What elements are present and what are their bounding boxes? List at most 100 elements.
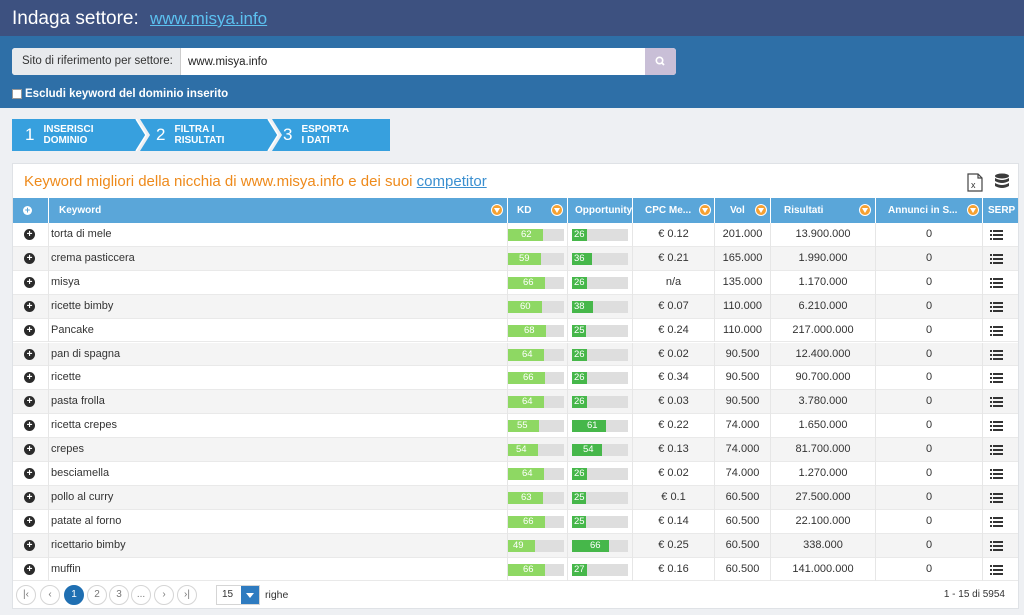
- serp-cell[interactable]: [983, 271, 1018, 295]
- header-risultati[interactable]: Risultati: [771, 198, 876, 223]
- kd-bar: 64: [508, 468, 564, 480]
- serp-list-icon[interactable]: [990, 373, 1003, 384]
- expand-row-cell[interactable]: +: [13, 342, 49, 367]
- step-2[interactable]: 2 FILTRA I RISULTATI: [156, 119, 224, 151]
- serp-cell[interactable]: [983, 486, 1018, 510]
- page-button-more[interactable]: ...: [131, 585, 151, 605]
- filter-icon[interactable]: [551, 204, 563, 216]
- filter-icon[interactable]: [491, 204, 503, 216]
- keyword-cell: misya: [49, 270, 508, 295]
- expand-all-header[interactable]: +: [13, 198, 49, 223]
- header-kd[interactable]: KD: [508, 198, 568, 223]
- page-button-2[interactable]: 2: [87, 585, 107, 605]
- next-page-button[interactable]: ›: [154, 585, 174, 605]
- step-1[interactable]: 1 INSERISCI DOMINIO: [25, 119, 93, 151]
- expand-row-icon[interactable]: +: [24, 396, 35, 408]
- header-kd-label: KD: [517, 205, 532, 216]
- expand-row-cell[interactable]: +: [13, 533, 49, 558]
- filter-icon[interactable]: [699, 204, 711, 216]
- serp-list-icon[interactable]: [990, 253, 1003, 265]
- header-opportunity[interactable]: Opportunity: [568, 198, 633, 223]
- serp-list-icon[interactable]: [990, 564, 1003, 576]
- expand-row-icon[interactable]: +: [24, 276, 35, 288]
- serp-list-icon[interactable]: [990, 325, 1003, 337]
- serp-list-icon[interactable]: [990, 301, 1003, 313]
- search-button[interactable]: [645, 48, 676, 75]
- expand-row-icon[interactable]: +: [24, 372, 35, 384]
- last-page-button[interactable]: ›|: [177, 585, 197, 605]
- serp-cell[interactable]: [983, 366, 1018, 390]
- expand-row-icon[interactable]: +: [24, 468, 35, 479]
- filter-icon[interactable]: [859, 204, 871, 216]
- expand-row-icon[interactable]: +: [24, 515, 35, 527]
- serp-cell[interactable]: [983, 247, 1018, 271]
- serp-list-icon[interactable]: [990, 349, 1003, 361]
- exclude-domain-checkbox[interactable]: [12, 89, 22, 99]
- filter-icon[interactable]: [755, 204, 767, 216]
- expand-row-cell[interactable]: +: [13, 485, 49, 510]
- expand-row-cell[interactable]: +: [13, 223, 49, 247]
- prev-page-button[interactable]: ‹: [40, 585, 60, 605]
- expand-row-cell[interactable]: +: [13, 438, 49, 462]
- serp-list-icon[interactable]: [990, 492, 1003, 504]
- serp-cell[interactable]: [983, 414, 1018, 438]
- expand-row-cell[interactable]: +: [13, 270, 49, 295]
- serp-cell[interactable]: [983, 223, 1018, 247]
- expand-row-cell[interactable]: +: [13, 414, 49, 439]
- step-3[interactable]: 3 ESPORTA I DATI: [283, 119, 349, 151]
- header-vol[interactable]: Vol: [715, 198, 771, 223]
- expand-row-icon[interactable]: +: [24, 300, 35, 312]
- first-page-button[interactable]: |‹: [16, 585, 36, 605]
- serp-cell[interactable]: [983, 390, 1018, 414]
- serp-cell[interactable]: [983, 462, 1018, 486]
- serp-cell[interactable]: [983, 558, 1018, 582]
- domain-input[interactable]: [182, 48, 656, 75]
- serp-list-icon[interactable]: [990, 445, 1003, 456]
- header-keyword[interactable]: Keyword: [49, 198, 508, 223]
- expand-row-cell[interactable]: +: [13, 246, 49, 271]
- expand-row-cell[interactable]: +: [13, 366, 49, 391]
- serp-list-icon[interactable]: [990, 421, 1003, 432]
- expand-row-cell[interactable]: +: [13, 294, 49, 319]
- expand-row-icon[interactable]: +: [24, 324, 35, 336]
- expand-row-icon[interactable]: +: [24, 444, 35, 456]
- serp-cell[interactable]: [983, 319, 1018, 343]
- expand-row-icon[interactable]: +: [24, 491, 35, 503]
- filter-icon[interactable]: [967, 204, 979, 216]
- expand-row-icon[interactable]: +: [24, 420, 35, 432]
- expand-row-icon[interactable]: +: [24, 563, 35, 575]
- expand-row-cell[interactable]: +: [13, 318, 49, 343]
- domain-link[interactable]: www.misya.info: [150, 9, 267, 29]
- exclude-domain-option[interactable]: Escludi keyword del dominio inserito: [12, 87, 228, 101]
- page-button-3[interactable]: 3: [109, 585, 129, 605]
- expand-row-icon[interactable]: +: [24, 252, 35, 264]
- search-icon: [655, 56, 665, 66]
- serp-list-icon[interactable]: [990, 540, 1003, 552]
- page-button-1[interactable]: 1: [64, 585, 84, 605]
- serp-list-icon[interactable]: [990, 277, 1003, 289]
- serp-list-icon[interactable]: [990, 469, 1003, 480]
- expand-row-cell[interactable]: +: [13, 509, 49, 534]
- expand-row-cell[interactable]: +: [13, 390, 49, 415]
- serp-cell[interactable]: [983, 510, 1018, 534]
- expand-row-cell[interactable]: +: [13, 462, 49, 486]
- excel-export-icon[interactable]: x: [967, 173, 983, 195]
- competitor-link[interactable]: competitor: [417, 173, 487, 190]
- header-annunci[interactable]: Annunci in S...: [876, 198, 983, 223]
- database-icon[interactable]: [994, 173, 1010, 194]
- serp-cell[interactable]: [983, 343, 1018, 367]
- serp-list-icon[interactable]: [990, 516, 1003, 528]
- header-cpc[interactable]: CPC Me...: [633, 198, 715, 223]
- expand-row-cell[interactable]: +: [13, 557, 49, 582]
- opportunity-cell: 25: [568, 509, 633, 534]
- serp-list-icon[interactable]: [990, 397, 1003, 408]
- panel-title-text: Keyword migliori della nicchia di www.mi…: [24, 173, 417, 190]
- serp-cell[interactable]: [983, 438, 1018, 462]
- serp-cell[interactable]: [983, 295, 1018, 319]
- serp-cell[interactable]: [983, 534, 1018, 558]
- expand-row-icon[interactable]: +: [24, 229, 35, 240]
- rows-per-page-select[interactable]: 15: [216, 585, 260, 605]
- expand-row-icon[interactable]: +: [24, 539, 35, 551]
- expand-row-icon[interactable]: +: [24, 348, 35, 360]
- serp-list-icon[interactable]: [990, 230, 1003, 241]
